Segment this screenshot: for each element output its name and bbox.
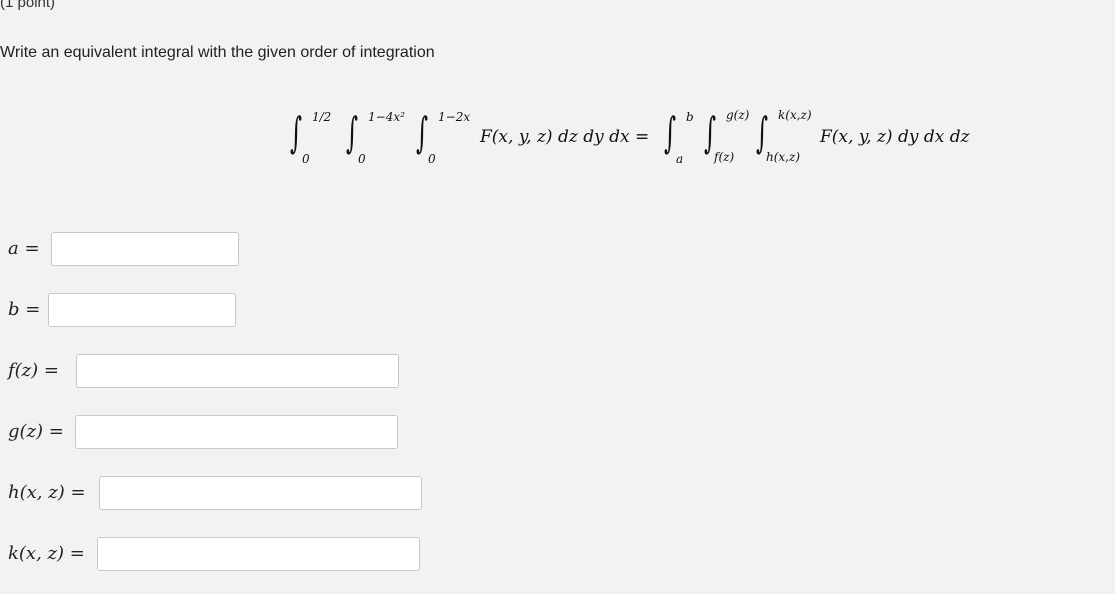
integral-sign-icon: ∫ [346, 108, 359, 157]
lhs-middle-lower: 0 [358, 152, 366, 166]
rhs-middle-lower: f(z) [714, 150, 735, 164]
answer-input-a[interactable] [51, 232, 239, 266]
integral-sign-icon: ∫ [416, 108, 429, 157]
answer-input-g[interactable] [75, 415, 398, 449]
answer-input-k[interactable] [97, 537, 420, 571]
answer-label-k: k(x, z) = [8, 543, 85, 564]
rhs-outer-lower: a [676, 152, 684, 166]
rhs-integrand: F(x, y, z) dy dx dz [820, 127, 970, 147]
rhs-outer-upper: b [686, 110, 694, 124]
answer-input-f[interactable] [76, 354, 399, 388]
lhs-inner-lower: 0 [428, 152, 436, 166]
rhs-inner-upper: k(x,z) [778, 108, 812, 122]
answer-label-a: a = [8, 238, 40, 259]
lhs-integrand: F(x, y, z) dz dy dx = [480, 127, 650, 147]
instructions-text: Write an equivalent integral with the gi… [0, 44, 435, 61]
answer-label-f: f(z) = [8, 360, 59, 381]
answer-label-g: g(z) = [8, 421, 64, 442]
rhs-inner-lower: h(x,z) [766, 150, 800, 164]
integral-sign-icon: ∫ [664, 108, 677, 157]
lhs-outer-upper: 1/2 [312, 110, 332, 124]
answer-input-h[interactable] [99, 476, 422, 510]
lhs-middle-upper: 1−4x² [368, 110, 405, 124]
rhs-middle-upper: g(z) [726, 108, 750, 122]
problem-page: (1 point) Write an equivalent integral w… [0, 0, 1115, 594]
answer-label-h: h(x, z) = [8, 482, 86, 503]
integral-equation: ∫ 1/2 0 ∫ 1−4x² 0 ∫ 1−2x 0 F(x, y, z) dz… [282, 100, 1002, 180]
lhs-inner-upper: 1−2x [438, 110, 471, 124]
answer-input-b[interactable] [48, 293, 236, 327]
lhs-outer-lower: 0 [302, 152, 310, 166]
integral-sign-icon: ∫ [756, 108, 769, 157]
points-label: (1 point) [0, 0, 56, 11]
integral-sign-icon: ∫ [290, 108, 303, 157]
answer-label-b: b = [8, 299, 41, 320]
integral-sign-icon: ∫ [704, 108, 717, 157]
